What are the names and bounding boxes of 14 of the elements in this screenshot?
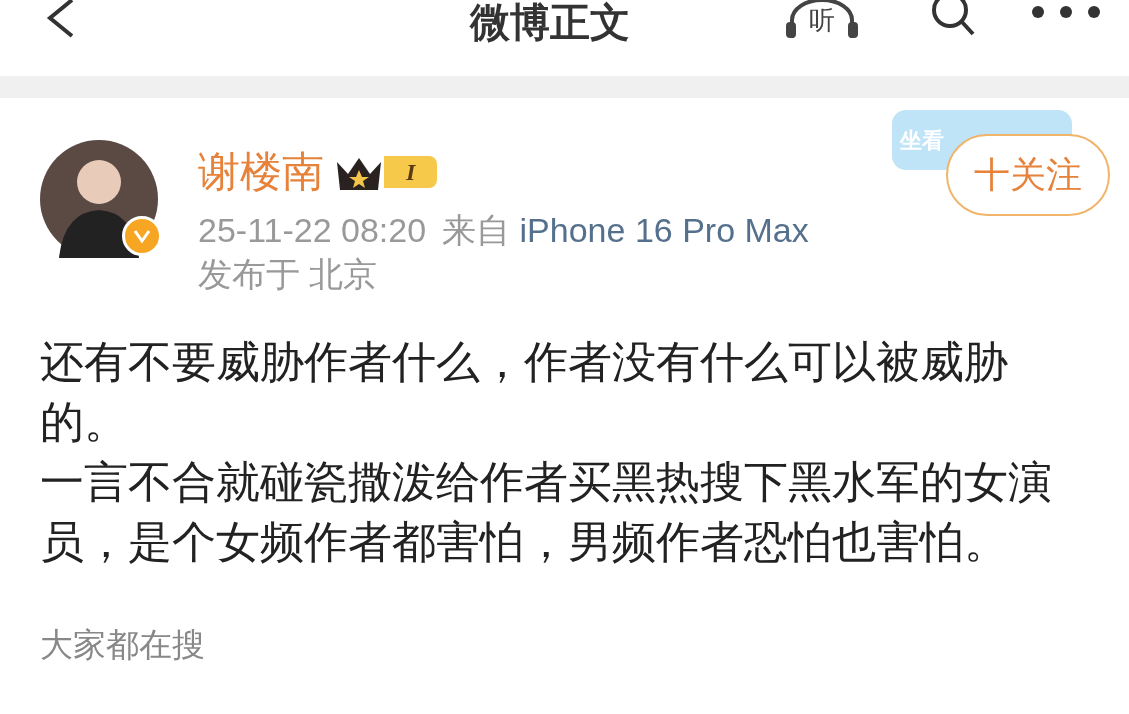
- post-location: 发布于 北京: [198, 254, 379, 295]
- check-icon: [133, 228, 151, 244]
- trending-title: 大家都在搜: [39, 624, 206, 665]
- listen-button[interactable]: 听: [782, 0, 862, 40]
- vip-badge[interactable]: I: [334, 152, 438, 193]
- post-source: 来自 iPhone 16 Pro Max: [442, 209, 809, 251]
- sticker-text: 坐看: [900, 126, 944, 155]
- listen-label: 听: [809, 7, 835, 33]
- post-paragraph: 一言不合就碰瓷撒泼给作者买黑热搜下黑水军的女演员，是个女频作者都害怕，男频作者恐怕也害怕。: [40, 455, 1053, 568]
- vip-level: I: [384, 156, 438, 189]
- more-icon[interactable]: [1030, 4, 1102, 20]
- page-title: 微博正文: [470, 2, 630, 42]
- post-time: 25-11-22 08:20: [198, 209, 427, 251]
- post-paragraph: 还有不要威胁作者什么，作者没有什么可以被威胁的。: [40, 335, 1009, 448]
